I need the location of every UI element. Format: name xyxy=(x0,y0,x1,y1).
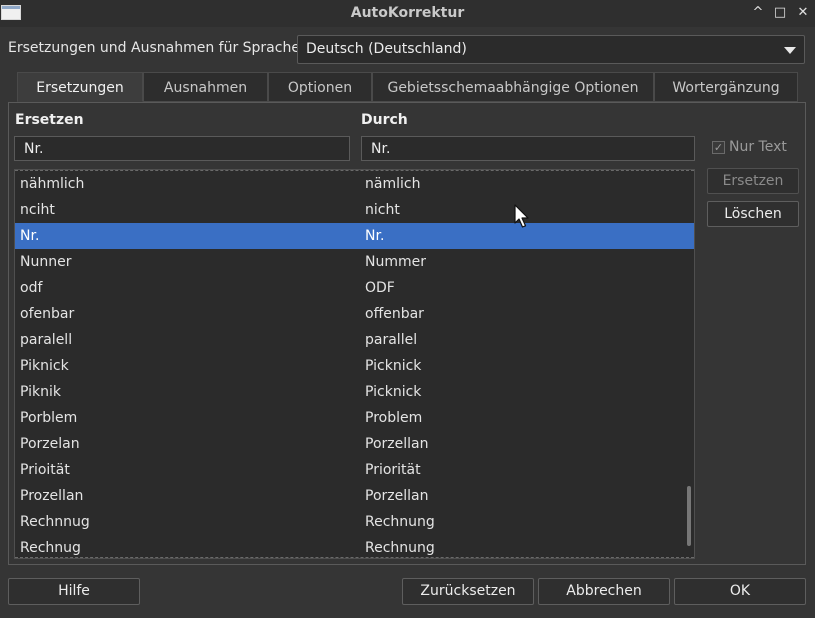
list-item-with: Problem xyxy=(365,410,423,426)
list-item-replace: Piknik xyxy=(20,384,62,400)
close-button[interactable]: ✕ xyxy=(793,3,813,23)
list-item[interactable]: Prozellan Porzellan xyxy=(15,483,694,509)
tab-optionen[interactable]: Optionen xyxy=(268,72,372,102)
tab-gebietsschema-optionen[interactable]: Gebietsschemaabhängige Optionen xyxy=(372,72,654,102)
list-item[interactable]: Rechnnug Rechnung xyxy=(15,509,694,535)
replace-input-box xyxy=(14,136,350,161)
list-item[interactable]: odf ODF xyxy=(15,275,694,301)
list-item[interactable]: Piknik Picknick xyxy=(15,379,694,405)
list-item-with: Porzellan xyxy=(365,436,429,452)
language-select[interactable]: Deutsch (Deutschland) xyxy=(297,35,805,64)
list-item[interactable]: Piknick Picknick xyxy=(15,353,694,379)
nur-text-checkbox[interactable]: ✓ xyxy=(712,141,725,154)
zuruecksetzen-button[interactable]: Zurücksetzen xyxy=(402,578,534,605)
list-item-replace: Prioität xyxy=(20,462,70,478)
language-value: Deutsch (Deutschland) xyxy=(306,41,467,57)
tab-ausnahmen[interactable]: Ausnahmen xyxy=(143,72,268,102)
chevron-down-icon xyxy=(784,47,796,54)
ersetzen-button[interactable]: Ersetzen xyxy=(707,168,799,194)
abbrechen-button[interactable]: Abbrechen xyxy=(538,578,670,605)
window-title: AutoKorrektur xyxy=(350,5,465,21)
list-item-replace: odf xyxy=(20,280,43,296)
list-item-replace: ofenbar xyxy=(20,306,75,322)
maximize-button[interactable]: □ xyxy=(770,3,790,23)
list-item-with: Nr. xyxy=(365,228,385,244)
replace-input[interactable] xyxy=(15,137,349,160)
list-item-replace: Rechnug xyxy=(20,540,81,556)
list-item-with: Priorität xyxy=(365,462,421,478)
list-item-with: Rechnung xyxy=(365,514,435,530)
nur-text-label: Nur Text xyxy=(729,139,787,155)
ok-button[interactable]: OK xyxy=(674,578,806,605)
list-item-replace: Rechnnug xyxy=(20,514,90,530)
list-item[interactable]: Nunner Nummer xyxy=(15,249,694,275)
list-item-replace: Nr. xyxy=(20,228,40,244)
list-item-replace: Nunner xyxy=(20,254,72,270)
list-item-replace: paralell xyxy=(20,332,73,348)
list-item[interactable]: paralell parallel xyxy=(15,327,694,353)
with-input[interactable] xyxy=(362,137,694,160)
language-label: Ersetzungen und Ausnahmen für Sprache: xyxy=(8,40,305,56)
with-header: Durch xyxy=(361,112,408,128)
list-item[interactable]: Porblem Problem xyxy=(15,405,694,431)
list-item-replace: nciht xyxy=(20,202,55,218)
list-item-with: Picknick xyxy=(365,384,422,400)
with-input-box xyxy=(361,136,695,161)
replacement-list[interactable]: nähmlich nämlich nciht nicht Nr. Nr. Nunner Num… xyxy=(14,169,695,559)
list-scrollbar[interactable] xyxy=(687,486,691,546)
list-item-replace: Porzelan xyxy=(20,436,80,452)
list-item-replace: Prozellan xyxy=(20,488,84,504)
list-item[interactable]: ofenbar offenbar xyxy=(15,301,694,327)
tab-wortergaenzung[interactable]: Wortergänzung xyxy=(654,72,798,102)
list-item-with: Nummer xyxy=(365,254,426,270)
list-item-with: offenbar xyxy=(365,306,424,322)
mouse-cursor-icon xyxy=(514,204,529,228)
list-item-with: ODF xyxy=(365,280,395,296)
list-item-replace: nähmlich xyxy=(20,176,85,192)
list-item-with: Porzellan xyxy=(365,488,429,504)
minimize-button[interactable]: ^ xyxy=(748,3,768,23)
list-item[interactable]: nciht nicht xyxy=(15,197,694,223)
list-item-with: nämlich xyxy=(365,176,421,192)
hilfe-button[interactable]: Hilfe xyxy=(8,578,140,605)
list-item[interactable]: nähmlich nämlich xyxy=(15,171,694,197)
list-item-replace: Porblem xyxy=(20,410,78,426)
list-item-with: nicht xyxy=(365,202,400,218)
list-item[interactable]: Prioität Priorität xyxy=(15,457,694,483)
list-item-with: parallel xyxy=(365,332,418,348)
list-item[interactable]: Rechnug Rechnung xyxy=(15,535,694,558)
loeschen-button[interactable]: Löschen xyxy=(707,201,799,227)
list-item-with: Picknick xyxy=(365,358,422,374)
tab-ersetzungen[interactable]: Ersetzungen xyxy=(17,72,143,102)
list-item-with: Rechnung xyxy=(365,540,435,556)
list-item[interactable]: Porzelan Porzellan xyxy=(15,431,694,457)
list-bottom-divider xyxy=(15,557,694,558)
replace-header: Ersetzen xyxy=(15,112,84,128)
list-item-replace: Piknick xyxy=(20,358,69,374)
list-item[interactable]: Nr. Nr. xyxy=(15,223,694,249)
